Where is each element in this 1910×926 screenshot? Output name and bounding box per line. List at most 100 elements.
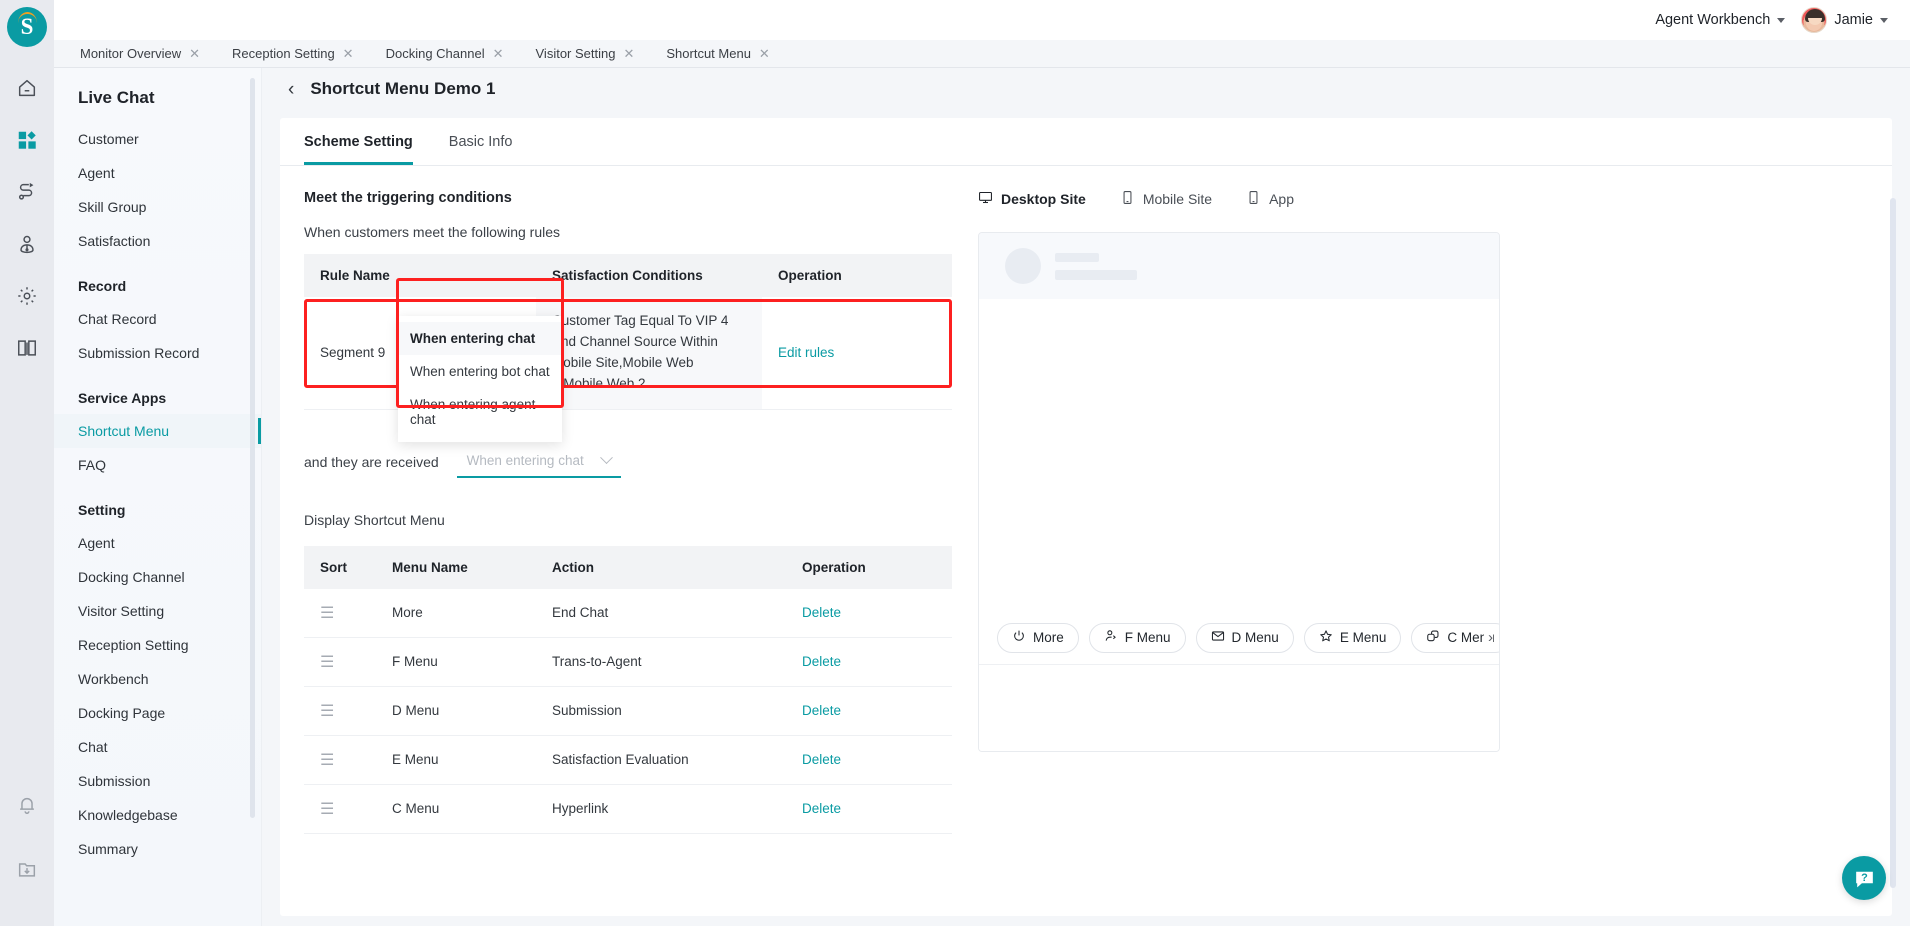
delete-link[interactable]: Delete xyxy=(802,752,841,767)
routing-flow-icon[interactable] xyxy=(14,179,40,205)
main-scrollbar[interactable] xyxy=(1890,198,1896,888)
app-logo[interactable]: S xyxy=(7,7,47,47)
content-card: Scheme Setting Basic Info Meet the trigg… xyxy=(280,118,1892,916)
tab-basic-info[interactable]: Basic Info xyxy=(449,134,513,165)
tab-docking-channel[interactable]: Docking Channel ✕ xyxy=(370,40,520,68)
sidebar-item-chat-record[interactable]: Chat Record xyxy=(54,302,261,336)
sidebar-item-submission-record[interactable]: Submission Record xyxy=(54,336,261,370)
preview-chip-f-menu[interactable]: F Menu xyxy=(1088,622,1186,653)
received-select[interactable]: When entering chat xyxy=(456,445,621,478)
sidebar-item-shortcut-menu[interactable]: Shortcut Menu xyxy=(54,414,261,448)
chip-label: More xyxy=(1033,630,1064,645)
preview-input-area xyxy=(979,665,1499,751)
back-icon[interactable]: ‹ xyxy=(288,80,294,99)
icon-rail: S xyxy=(0,0,54,926)
table-row: ☰ E Menu Satisfaction Evaluation Delete xyxy=(304,735,952,785)
bell-icon[interactable] xyxy=(14,792,40,818)
drag-handle-icon[interactable]: ☰ xyxy=(320,654,334,671)
close-icon[interactable]: ✕ xyxy=(759,47,770,60)
sidebar-item-workbench[interactable]: Workbench xyxy=(54,662,261,696)
close-icon[interactable]: ✕ xyxy=(343,47,354,60)
preview-tab-desktop-site[interactable]: Desktop Site xyxy=(978,190,1086,208)
visitor-location-icon[interactable] xyxy=(14,231,40,257)
preview-chip-more[interactable]: More xyxy=(997,622,1079,653)
close-icon[interactable]: ✕ xyxy=(623,47,634,60)
sidebar-item-satisfaction[interactable]: Satisfaction xyxy=(54,224,261,258)
sidebar-item-skill-group[interactable]: Skill Group xyxy=(54,190,261,224)
edit-rules-link[interactable]: Edit rules xyxy=(778,345,834,360)
sidebar-item-faq[interactable]: FAQ xyxy=(54,448,261,482)
help-chat-icon: ? xyxy=(1855,871,1873,887)
delete-link[interactable]: Delete xyxy=(802,605,841,620)
tab-monitor-overview[interactable]: Monitor Overview ✕ xyxy=(64,40,216,68)
received-dropdown-panel: When entering chat When entering bot cha… xyxy=(398,316,562,442)
app-root: S Agent Workbench Jamie Monitor Overview… xyxy=(0,0,1910,926)
sidebar-item-docking-channel[interactable]: Docking Channel xyxy=(54,560,261,594)
knowledge-book-icon[interactable] xyxy=(14,335,40,361)
table-row: ☰ More End Chat Delete xyxy=(304,588,952,638)
sidebar-item-chat[interactable]: Chat xyxy=(54,730,261,764)
drag-handle-icon[interactable]: ☰ xyxy=(320,801,334,818)
drag-handle-icon[interactable]: ☰ xyxy=(320,703,334,720)
home-icon[interactable] xyxy=(14,75,40,101)
app-icon xyxy=(1246,190,1261,208)
tab-reception-setting[interactable]: Reception Setting ✕ xyxy=(216,40,370,68)
drag-handle-icon[interactable]: ☰ xyxy=(320,752,334,769)
preview-skeleton-header xyxy=(979,233,1499,299)
sidebar-item-reception-setting[interactable]: Reception Setting xyxy=(54,628,261,662)
workbench-label: Agent Workbench xyxy=(1655,12,1771,28)
chips-overflow-next-icon[interactable]: › xyxy=(1484,629,1493,646)
received-select-value: When entering chat xyxy=(466,453,584,469)
sidebar-item-visitor-setting[interactable]: Visitor Setting xyxy=(54,594,261,628)
tab-scheme-setting[interactable]: Scheme Setting xyxy=(304,134,413,165)
delete-link[interactable]: Delete xyxy=(802,801,841,816)
envelope-icon xyxy=(1211,629,1225,646)
dropdown-option-entering-chat[interactable]: When entering chat xyxy=(398,322,562,355)
cell-menu-name: F Menu xyxy=(376,637,536,687)
preview-chip-e-menu[interactable]: E Menu xyxy=(1303,622,1402,653)
sidebar-item-docking-page[interactable]: Docking Page xyxy=(54,696,261,730)
tab-label: Reception Setting xyxy=(232,46,335,61)
dropdown-option-entering-bot-chat[interactable]: When entering bot chat xyxy=(398,355,562,388)
sidebar-item-submission[interactable]: Submission xyxy=(54,764,261,798)
preview-frame: More F Menu D Menu E Menu C Menu › xyxy=(978,232,1500,752)
svg-text:?: ? xyxy=(1861,872,1868,884)
preview-column: Desktop Site Mobile Site App More F Menu… xyxy=(960,166,1892,834)
sidebar-item-setting-agent[interactable]: Agent xyxy=(54,526,261,560)
delete-link[interactable]: Delete xyxy=(802,703,841,718)
workbench-switcher[interactable]: Agent Workbench xyxy=(1655,12,1786,28)
col-menu-name: Menu Name xyxy=(376,545,536,589)
drag-handle-icon[interactable]: ☰ xyxy=(320,605,334,622)
skeleton-bar-long xyxy=(1055,269,1137,280)
preview-chip-d-menu[interactable]: D Menu xyxy=(1195,622,1294,653)
chevron-down-icon xyxy=(599,451,613,465)
apps-grid-icon[interactable] xyxy=(14,127,40,153)
sidebar-item-customer[interactable]: Customer xyxy=(54,122,261,156)
table-row: ☰ D Menu Submission Delete xyxy=(304,686,952,736)
close-icon[interactable]: ✕ xyxy=(189,47,200,60)
preview-tab-mobile-site[interactable]: Mobile Site xyxy=(1120,190,1212,208)
preview-shortcut-chips: More F Menu D Menu E Menu C Menu › xyxy=(979,611,1499,665)
sidebar-item-agent[interactable]: Agent xyxy=(54,156,261,190)
received-row: and they are received When entering chat xyxy=(304,445,960,478)
dropdown-option-entering-agent-chat[interactable]: When entering agent chat xyxy=(398,388,562,436)
trigger-section-title: Meet the triggering conditions xyxy=(304,190,512,206)
tab-shortcut-menu[interactable]: Shortcut Menu ✕ xyxy=(650,40,785,68)
logo-letter: S xyxy=(20,14,34,39)
tab-visitor-setting[interactable]: Visitor Setting ✕ xyxy=(520,40,651,68)
sidebar-item-knowledgebase[interactable]: Knowledgebase xyxy=(54,798,261,832)
preview-tab-app[interactable]: App xyxy=(1246,190,1294,208)
delete-link[interactable]: Delete xyxy=(802,654,841,669)
help-button[interactable]: ? xyxy=(1842,856,1886,900)
close-icon[interactable]: ✕ xyxy=(493,47,504,60)
page-title: Shortcut Menu Demo 1 xyxy=(310,79,496,98)
user-menu[interactable]: Jamie xyxy=(1801,7,1888,33)
sidebar-item-summary[interactable]: Summary xyxy=(54,832,261,866)
page-header: ‹ Shortcut Menu Demo 1 xyxy=(262,68,1910,110)
gear-icon[interactable] xyxy=(14,283,40,309)
downloads-icon[interactable] xyxy=(14,856,40,882)
sidebar-group-record: Record xyxy=(78,278,127,294)
sidebar-scrollbar[interactable] xyxy=(250,78,255,818)
user-name: Jamie xyxy=(1834,12,1873,28)
cell-action: Trans-to-Agent xyxy=(536,637,786,687)
